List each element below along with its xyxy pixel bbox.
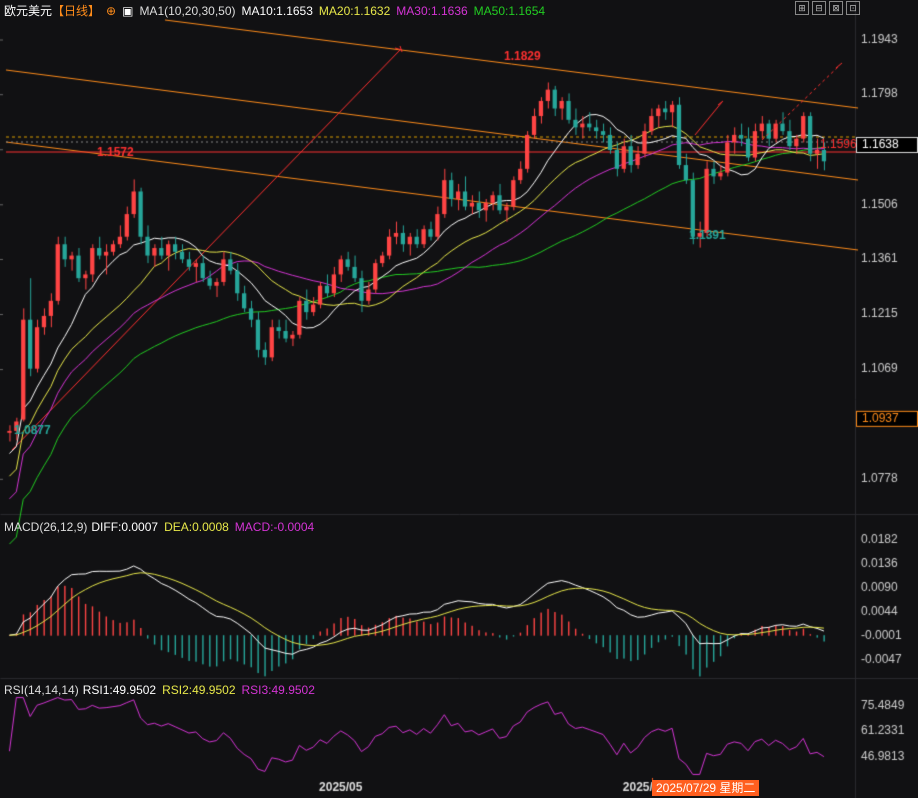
layout-icon[interactable]: ⊡ xyxy=(846,1,860,15)
macd-dea: DEA:0.0008 xyxy=(164,520,229,534)
macd-value: MACD:-0.0004 xyxy=(234,520,315,534)
rsi-header: RSI(14,14,14) RSI1:49.9502 RSI2:49.9502 RSI… xyxy=(4,683,321,697)
period-label[interactable]: 【日线】 xyxy=(52,4,100,18)
macd-header: MACD(26,12,9) DIFF:0.0007 DEA:0.0008 MACD:-… xyxy=(4,520,320,534)
chart-canvas[interactable] xyxy=(0,0,918,798)
close-panel-icon[interactable]: ⊠ xyxy=(829,1,843,15)
rsi3-value: RSI3:49.9502 xyxy=(241,683,315,697)
rsi1-value: RSI1:49.9502 xyxy=(82,683,157,697)
ma30-value: MA30:1.1636 xyxy=(396,4,468,18)
ma10-value: MA10:1.1653 xyxy=(241,4,313,18)
rsi-title: RSI(14,14,14) xyxy=(4,683,79,697)
ma-params: MA1(10,20,30,50) xyxy=(139,4,236,18)
macd-diff: DIFF:0.0007 xyxy=(91,520,159,534)
settings-icon[interactable]: ⊕ xyxy=(106,4,116,18)
macd-title: MACD(26,12,9) xyxy=(4,520,88,534)
rsi2-value: RSI2:49.9502 xyxy=(162,683,236,697)
expand-icon[interactable]: ⊞ xyxy=(795,1,809,15)
collapse-icon[interactable]: ⊟ xyxy=(812,1,826,15)
ma-settings-checkbox-icon[interactable]: ▣ xyxy=(122,4,133,18)
ma50-value: MA50:1.1654 xyxy=(473,4,546,18)
ma20-value: MA20:1.1632 xyxy=(318,4,391,18)
chart-header: 欧元美元【日线】 ⊕ ▣ MA1(10,20,30,50) MA10:1.1653 MA2… xyxy=(4,2,551,18)
symbol-name: 欧元美元 xyxy=(4,4,53,18)
crosshair-date-label: 2025/07/29 星期二 xyxy=(652,780,760,796)
